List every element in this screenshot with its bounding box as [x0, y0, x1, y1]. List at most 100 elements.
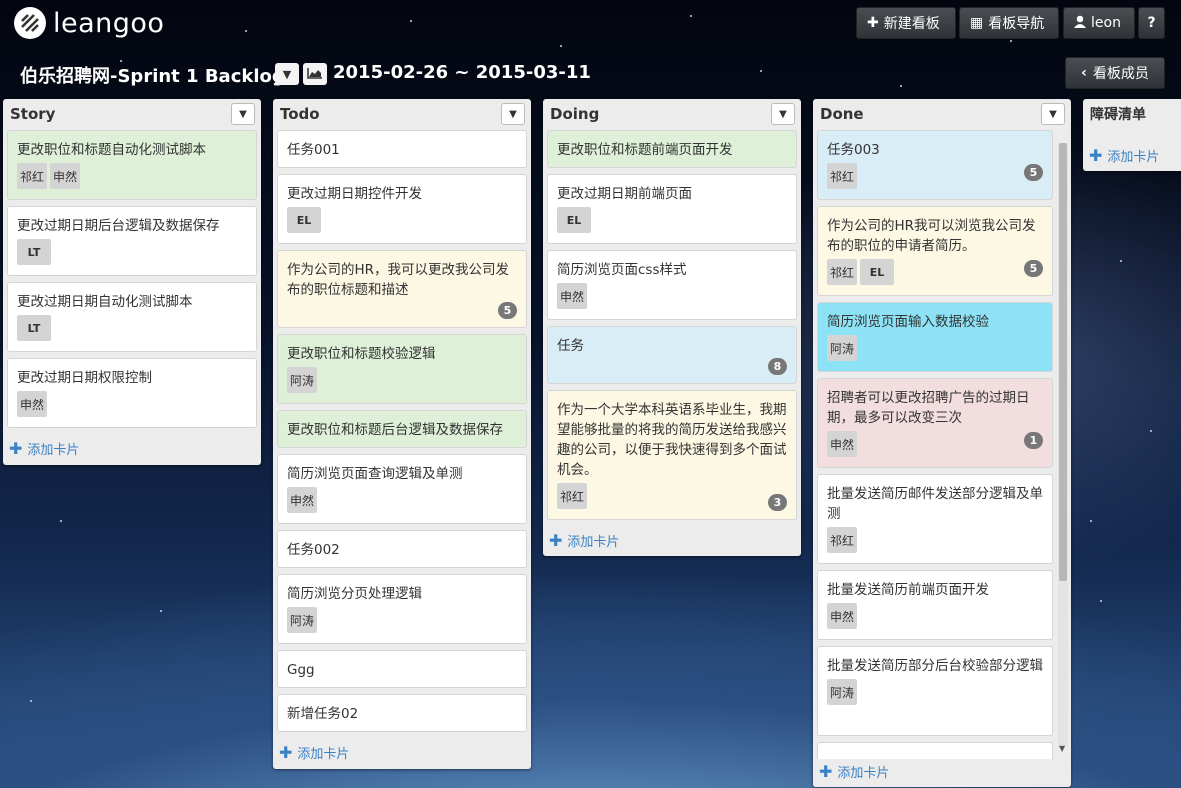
- user-name: leon: [1091, 15, 1121, 31]
- card[interactable]: 招聘者可以更改招聘广告的过期日期，最多可以改变三次 申然 1: [817, 378, 1053, 468]
- chevron-down-icon: ▼: [239, 108, 247, 120]
- list-menu-button[interactable]: ▼: [1041, 103, 1065, 125]
- burndown-chart-button[interactable]: [303, 63, 327, 85]
- scrollbar-thumb[interactable]: [1059, 143, 1067, 581]
- card[interactable]: 任务 8: [547, 326, 797, 384]
- user-icon: [1074, 15, 1086, 32]
- card[interactable]: 更改过期日期控件开发 EL: [277, 174, 527, 244]
- grid-icon: ▦: [970, 15, 984, 31]
- board-nav-button[interactable]: ▦ 看板导航: [959, 7, 1059, 39]
- member-tag: LT: [17, 239, 51, 265]
- list-todo: Todo ▼ 任务001 更改过期日期控件开发 EL 作为公司的HR，我可以更改…: [273, 99, 531, 769]
- card-title: 作为公司的HR我可以浏览我公司发布的职位的申请者简历。: [827, 218, 1036, 254]
- member-tag: 申然: [557, 283, 588, 309]
- plus-icon: ✚: [1089, 146, 1103, 165]
- card-title: 作为公司的HR，我可以更改我公司发布的职位标题和描述: [287, 262, 510, 298]
- card[interactable]: 简历浏览页面查询逻辑及单测 申然: [277, 454, 527, 524]
- list-story: Story ▼ 更改职位和标题自动化测试脚本 祁红 申然 更改过期日期后台逻辑及数…: [3, 99, 261, 465]
- card[interactable]: 更改职位和标题后台逻辑及数据保存: [277, 410, 527, 448]
- board-menu-dropdown[interactable]: ▼: [275, 63, 299, 85]
- list-footer: ✚ 添加卡片: [813, 759, 1071, 787]
- card-title: 更改职位和标题前端页面开发: [557, 142, 733, 158]
- card[interactable]: 任务003 祁红 5: [817, 130, 1053, 200]
- card-title: 更改过期日期前端页面: [557, 186, 692, 202]
- card-title: Ggg: [287, 662, 315, 678]
- card-title: 更改职位和标题校验逻辑: [287, 346, 436, 362]
- member-tag: 阿涛: [827, 335, 858, 361]
- card[interactable]: 更改过期日期自动化测试脚本 LT: [7, 282, 257, 352]
- board-title: 伯乐招聘网-Sprint 1 Backlog: [20, 66, 285, 87]
- card[interactable]: 更改职位和标题自动化测试脚本 祁红 申然: [7, 130, 257, 200]
- card[interactable]: 简历浏览页面输入数据校验 阿涛: [817, 302, 1053, 372]
- estimate-badge: 5: [1024, 260, 1043, 277]
- list-menu-button[interactable]: ▼: [231, 103, 255, 125]
- estimate-badge: 8: [768, 358, 787, 375]
- add-card-label: 添加卡片: [297, 747, 350, 762]
- card[interactable]: 批量发送简历部分后台校验部分逻辑 阿涛: [817, 646, 1053, 736]
- member-tag: 祁红: [827, 259, 858, 285]
- board-members-button[interactable]: ‹ 看板成员: [1065, 57, 1165, 89]
- leangoo-logo-icon: [14, 7, 46, 39]
- member-tag: 申然: [287, 487, 318, 513]
- plus-icon: ✚: [819, 762, 833, 781]
- add-card-button[interactable]: ✚ 添加卡片: [9, 439, 79, 458]
- card[interactable]: 作为公司的HR，我可以更改我公司发布的职位标题和描述 5: [277, 250, 527, 328]
- member-tag: EL: [287, 207, 321, 233]
- help-button[interactable]: ?: [1138, 7, 1165, 39]
- list-menu-button[interactable]: ▼: [501, 103, 525, 125]
- list-doing: Doing ▼ 更改职位和标题前端页面开发 更改过期日期前端页面 EL 简历浏览…: [543, 99, 801, 556]
- card[interactable]: 简历浏览分页处理逻辑 阿涛: [277, 574, 527, 644]
- scroll-down-arrow-icon[interactable]: ▼: [1059, 744, 1065, 753]
- member-tag: 祁红: [557, 483, 588, 509]
- card[interactable]: 更改过期日期权限控制 申然: [7, 358, 257, 428]
- card[interactable]: 任务002: [277, 530, 527, 568]
- add-card-button[interactable]: ✚ 添加卡片: [279, 743, 349, 762]
- card[interactable]: Ggg: [277, 650, 527, 688]
- card[interactable]: 作为公司的HR我可以浏览我公司发布的职位的申请者简历。 祁红 EL 5: [817, 206, 1053, 296]
- estimate-badge: 1: [1024, 432, 1043, 449]
- add-card-button[interactable]: ✚ 添加卡片: [1089, 146, 1159, 165]
- list-scrollbar[interactable]: ▼: [1058, 143, 1068, 753]
- add-card-label: 添加卡片: [837, 766, 890, 781]
- board-nav-label: 看板导航: [988, 16, 1045, 32]
- sprint-date-range: 2015-02-26 ~ 2015-03-11: [333, 62, 591, 83]
- card[interactable]: 批量发送简历前端页面开发 申然: [817, 570, 1053, 640]
- card-title: 简历浏览页面查询逻辑及单测: [287, 466, 463, 482]
- list-done: Done ▼ 任务003 祁红 5 作为公司的HR我可以浏览我公司发布的职位的申…: [813, 99, 1071, 787]
- card[interactable]: 更改过期日期前端页面 EL: [547, 174, 797, 244]
- card[interactable]: 更改职位和标题校验逻辑 阿涛: [277, 334, 527, 404]
- member-tag: 祁红: [827, 163, 858, 189]
- member-tag: 申然: [827, 603, 858, 629]
- chevron-down-icon: ▼: [779, 108, 787, 120]
- new-board-button[interactable]: ✚ 新建看板: [856, 7, 956, 39]
- card-title: 新增任务02: [287, 706, 359, 722]
- card[interactable]: 批量发送简历邮件发送部分逻辑及单测 祁红: [817, 474, 1053, 564]
- card-title: 任务003: [827, 142, 880, 158]
- card[interactable]: 新增任务02: [277, 694, 527, 732]
- card-title: 更改过期日期控件开发: [287, 186, 422, 202]
- card-title: 任务: [557, 338, 584, 354]
- add-card-button[interactable]: ✚ 添加卡片: [549, 531, 619, 550]
- chevron-left-icon: ‹: [1081, 65, 1087, 81]
- user-menu-button[interactable]: leon: [1063, 7, 1135, 39]
- card[interactable]: 更改职位和标题前端页面开发: [547, 130, 797, 168]
- add-card-button[interactable]: ✚ 添加卡片: [819, 762, 889, 781]
- chevron-down-icon: ▼: [1049, 108, 1057, 120]
- card-title: 简历浏览分页处理逻辑: [287, 586, 422, 602]
- card[interactable]: 任务001: [277, 130, 527, 168]
- card[interactable]: 更改过期日期后台逻辑及数据保存 LT: [7, 206, 257, 276]
- card[interactable]: 简历浏览页面css样式 申然: [547, 250, 797, 320]
- member-tag: 阿涛: [287, 367, 318, 393]
- list-title: Story: [10, 105, 56, 123]
- card-title: 任务001: [287, 142, 340, 158]
- member-tag: EL: [557, 207, 591, 233]
- app-logo[interactable]: leangoo: [14, 7, 164, 39]
- card-title: 批量发送简历前端页面开发: [827, 582, 989, 598]
- member-tag: 祁红: [827, 527, 858, 553]
- estimate-badge: 5: [498, 302, 517, 319]
- area-chart-icon: [307, 67, 323, 82]
- card[interactable]: 作为一个大学本科英语系毕业生，我期望能够批量的将我的简历发送给我感兴趣的公司，以…: [547, 390, 797, 520]
- list-menu-button[interactable]: ▼: [771, 103, 795, 125]
- member-tag: 阿涛: [827, 679, 858, 705]
- member-tag: 申然: [17, 391, 48, 417]
